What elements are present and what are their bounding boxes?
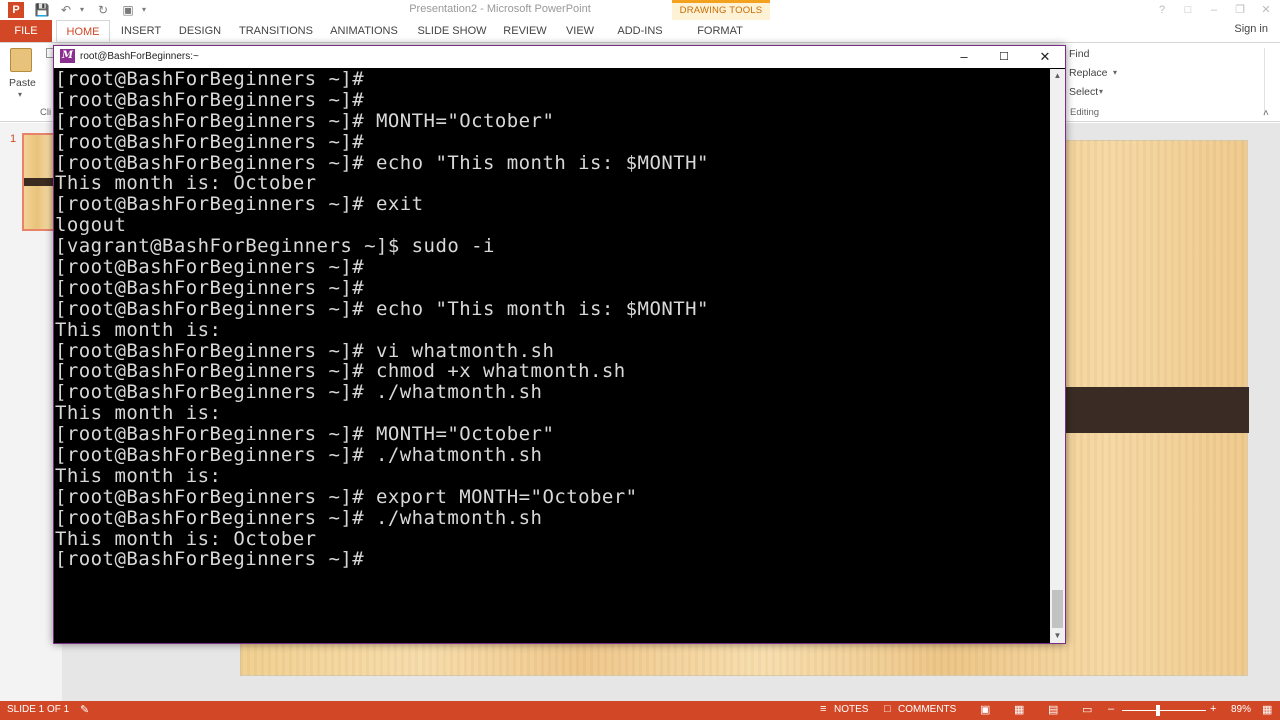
comments-button[interactable]: COMMENTS <box>898 704 956 715</box>
fit-to-window-icon[interactable]: ▦ <box>1262 703 1272 716</box>
find-button[interactable]: Find <box>1069 48 1089 60</box>
terminal-title: root@BashForBeginners:~ <box>80 51 199 62</box>
tab-transitions[interactable]: TRANSITIONS <box>236 20 316 42</box>
zoom-slider-thumb[interactable] <box>1156 705 1160 716</box>
close-icon[interactable]: ✕ <box>1256 2 1276 18</box>
comments-icon[interactable]: □ <box>884 703 891 715</box>
terminal-line: [root@BashForBeginners ~]# echo "This mo… <box>55 297 709 320</box>
terminal-line: This month is: October <box>55 172 317 195</box>
terminal-line: [root@BashForBeginners ~]# MONTH="Octobe… <box>55 423 555 446</box>
slide-counter: SLIDE 1 OF 1 <box>7 704 70 715</box>
slide-thumbnail-number: 1 <box>10 133 17 145</box>
paste-button-label[interactable]: Paste <box>9 77 36 89</box>
terminal-maximize-icon[interactable]: ☐ <box>984 46 1024 68</box>
tab-animations[interactable]: ANIMATIONS <box>324 20 404 42</box>
minimize-icon[interactable]: – <box>1204 2 1224 18</box>
reading-view-icon[interactable]: ▤ <box>1048 703 1058 716</box>
zoom-out-icon[interactable]: – <box>1108 703 1114 715</box>
slide-dark-band <box>1066 387 1249 433</box>
terminal-line: [root@BashForBeginners ~]# vi whatmonth.… <box>55 339 555 362</box>
terminal-line: [root@BashForBeginners ~]# <box>55 130 365 153</box>
tab-file[interactable]: FILE <box>0 20 52 42</box>
window-title: Presentation2 - Microsoft PowerPoint <box>409 3 591 15</box>
paste-icon[interactable] <box>10 48 32 72</box>
terminal-line: [root@BashForBeginners ~]# <box>55 69 365 90</box>
restore-icon[interactable]: ❐ <box>1230 2 1250 18</box>
terminal-app-icon[interactable]: M <box>60 49 75 63</box>
terminal-scrollbar[interactable] <box>1050 69 1065 643</box>
select-button[interactable]: Select <box>1069 86 1098 98</box>
clipboard-group-label: Cli <box>40 107 52 118</box>
notes-icon[interactable]: ≡ <box>820 703 826 715</box>
tab-view[interactable]: VIEW <box>558 20 602 42</box>
help-icon[interactable]: ? <box>1152 2 1172 18</box>
scroll-up-icon[interactable]: ▲ <box>1050 70 1065 82</box>
terminal-line: This month is: <box>55 464 222 487</box>
select-dropdown-icon[interactable]: ▾ <box>1099 87 1103 96</box>
terminal-output[interactable]: [root@BashForBeginners ~]# [root@BashFor… <box>55 69 1050 641</box>
terminal-minimize-icon[interactable]: – <box>944 46 984 68</box>
zoom-slider-track[interactable] <box>1122 710 1206 711</box>
terminal-line: [root@BashForBeginners ~]# ./whatmonth.s… <box>55 444 543 467</box>
zoom-in-icon[interactable]: + <box>1210 703 1216 715</box>
spell-check-icon[interactable]: ✎ <box>80 703 89 716</box>
normal-view-icon[interactable]: ▣ <box>980 703 990 716</box>
terminal-line: [root@BashForBeginners ~]# <box>55 256 365 279</box>
scroll-down-icon[interactable]: ▼ <box>1050 630 1065 642</box>
sign-in-link[interactable]: Sign in <box>1234 23 1268 35</box>
notes-button[interactable]: NOTES <box>834 704 868 715</box>
terminal-line: This month is: <box>55 318 222 341</box>
replace-button[interactable]: Replace <box>1069 67 1108 79</box>
terminal-line: [root@BashForBeginners ~]# <box>55 88 365 111</box>
terminal-line: [root@BashForBeginners ~]# <box>55 276 365 299</box>
terminal-line: [vagrant@BashForBeginners ~]$ sudo -i <box>55 235 495 258</box>
terminal-close-icon[interactable]: ✕ <box>1025 46 1065 68</box>
terminal-line: This month is: <box>55 402 222 425</box>
ribbon-display-icon[interactable]: □ <box>1178 2 1198 18</box>
terminal-line: logout <box>55 214 127 237</box>
terminal-line: [root@BashForBeginners ~]# chmod +x what… <box>55 360 626 383</box>
collapse-ribbon-icon[interactable]: ˄ <box>1263 108 1269 119</box>
terminal-line: [root@BashForBeginners ~]# ./whatmonth.s… <box>55 506 543 529</box>
tab-insert[interactable]: INSERT <box>114 20 168 42</box>
scrollbar-thumb[interactable] <box>1052 590 1063 628</box>
tab-home[interactable]: HOME <box>56 20 110 42</box>
terminal-line: [root@BashForBeginners ~]# exit <box>55 193 424 216</box>
slide-sorter-icon[interactable]: ▦ <box>1014 703 1024 716</box>
slideshow-view-icon[interactable]: ▭ <box>1082 703 1092 716</box>
terminal-line: [root@BashForBeginners ~]# export MONTH=… <box>55 485 638 508</box>
ribbon-separator <box>1264 48 1265 116</box>
terminal-line: [root@BashForBeginners ~]# MONTH="Octobe… <box>55 109 555 132</box>
terminal-line: [root@BashForBeginners ~]# echo "This mo… <box>55 151 709 174</box>
zoom-level[interactable]: 89% <box>1231 704 1251 715</box>
tab-review[interactable]: REVIEW <box>500 20 550 42</box>
tab-add-ins[interactable]: ADD-INS <box>610 20 670 42</box>
terminal-line: This month is: October <box>55 527 317 550</box>
editing-group-label: Editing <box>1070 107 1100 118</box>
terminal-title-bar[interactable] <box>54 46 1065 68</box>
tab-design[interactable]: DESIGN <box>172 20 228 42</box>
terminal-prompt[interactable]: [root@BashForBeginners ~]# <box>55 549 1050 570</box>
replace-dropdown-icon[interactable]: ▾ <box>1113 68 1117 77</box>
tab-format[interactable]: FORMAT <box>690 20 750 42</box>
paste-dropdown-icon[interactable]: ▾ <box>18 90 22 99</box>
terminal-line: [root@BashForBeginners ~]# ./whatmonth.s… <box>55 381 543 404</box>
tab-slide-show[interactable]: SLIDE SHOW <box>412 20 492 42</box>
